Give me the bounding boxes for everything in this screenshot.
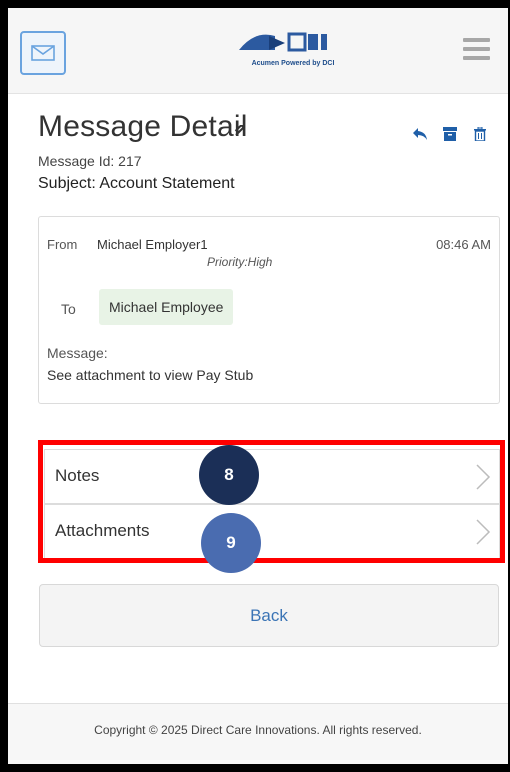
top-header: Acumen Powered by DCI — [8, 8, 508, 94]
hamburger-menu-button[interactable] — [463, 38, 490, 60]
trash-icon — [474, 127, 486, 141]
company-logo: Acumen Powered by DCI — [225, 28, 361, 76]
to-label: To — [61, 301, 76, 317]
delete-button[interactable] — [472, 126, 488, 142]
highlight-box — [38, 440, 505, 563]
paperclip-icon — [234, 125, 245, 136]
message-body: See attachment to view Pay Stub — [47, 367, 254, 383]
footer-copyright: Copyright © 2025 Direct Care Innovations… — [8, 703, 508, 764]
logo-tagline: Acumen Powered by DCI — [251, 60, 335, 67]
archive-button[interactable] — [442, 126, 458, 142]
back-button[interactable]: Back — [39, 584, 499, 647]
app-frame: Acumen Powered by DCI Message Detail Mes… — [8, 8, 508, 764]
menu-bar — [463, 47, 490, 51]
page-title: Message Detail — [38, 110, 248, 143]
menu-bar — [463, 38, 490, 42]
sender-name: Michael Employer1 — [97, 237, 208, 252]
recipient-chip: Michael Employee — [99, 289, 234, 325]
menu-bar — [463, 56, 490, 60]
message-label: Message: — [47, 345, 108, 361]
priority-label: Priority:High — [207, 255, 273, 269]
message-id: Message Id: 217 — [38, 153, 142, 169]
message-card: From Michael Employer1 08:46 AM Priority… — [38, 216, 500, 404]
step-badge-8: 8 — [199, 445, 259, 505]
envelope-icon — [31, 45, 55, 61]
message-subject: Subject: Account Statement — [38, 175, 235, 192]
step-badge-9: 9 — [201, 513, 261, 573]
from-label: From — [47, 237, 78, 252]
archive-icon — [443, 127, 457, 141]
reply-button[interactable] — [412, 126, 428, 142]
message-time: 08:46 AM — [436, 237, 491, 252]
reply-icon — [413, 128, 427, 140]
mail-button[interactable] — [20, 31, 66, 75]
message-actions — [412, 126, 488, 142]
